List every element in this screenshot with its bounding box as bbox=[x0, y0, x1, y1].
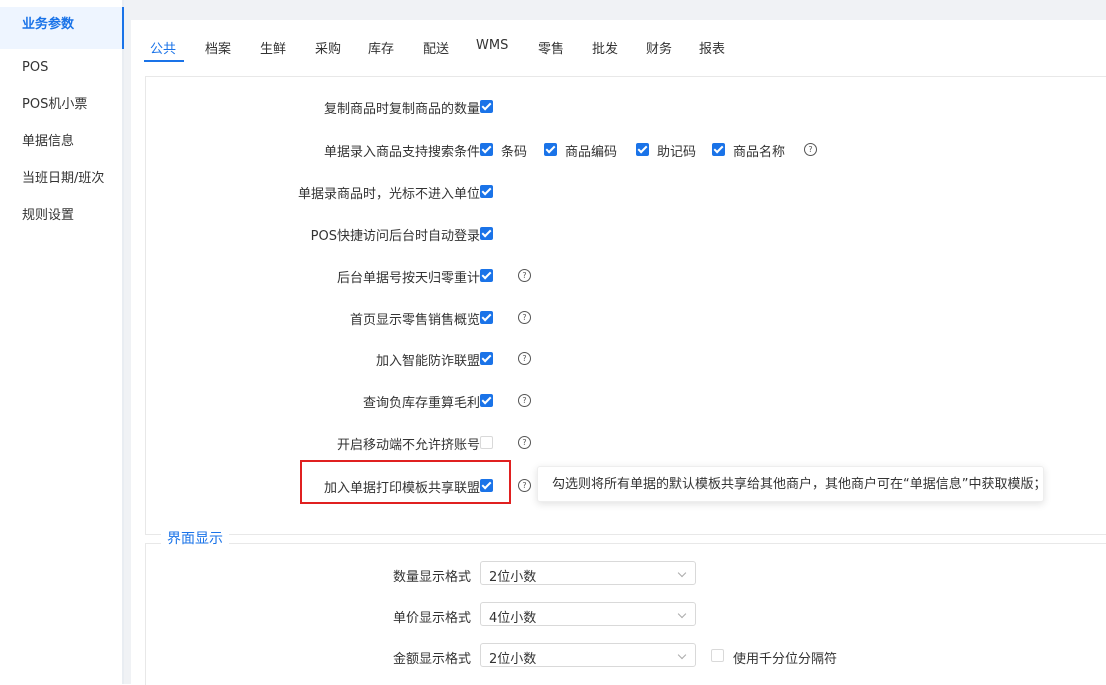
tab-wms[interactable]: WMS bbox=[476, 38, 508, 53]
qty-format-label: 数量显示格式 bbox=[392, 570, 471, 585]
highlight-box bbox=[300, 460, 511, 504]
product-code-checkbox[interactable] bbox=[544, 143, 557, 156]
sidebar-item-rules[interactable]: 规则设置 bbox=[0, 197, 122, 234]
cursor-unit-label: 单据录商品时，光标不进入单位 bbox=[297, 187, 480, 202]
cursor-unit-checkbox[interactable] bbox=[480, 185, 493, 198]
display-section-title: 界面显示 bbox=[161, 528, 229, 548]
thousand-sep-label: 使用千分位分隔符 bbox=[733, 652, 838, 667]
help-icon[interactable]: ? bbox=[518, 311, 531, 324]
mnemonic-option-label: 助记码 bbox=[657, 145, 697, 160]
copy-qty-label: 复制商品时复制商品的数量 bbox=[323, 102, 480, 117]
tab-retail[interactable]: 零售 bbox=[538, 38, 564, 57]
mnemonic-checkbox[interactable] bbox=[636, 143, 649, 156]
barcode-checkbox[interactable] bbox=[480, 143, 493, 156]
help-icon[interactable]: ? bbox=[518, 394, 531, 407]
tab-purchase[interactable]: 采购 bbox=[315, 38, 341, 57]
product-name-option-label: 商品名称 bbox=[733, 145, 786, 160]
help-icon[interactable]: ? bbox=[804, 143, 817, 156]
help-icon[interactable]: ? bbox=[518, 352, 531, 365]
anti-fraud-label: 加入智能防诈联盟 bbox=[375, 354, 480, 369]
chevron-down-icon bbox=[677, 609, 687, 619]
sidebar: 业务参数 POS POS机小票 单据信息 当班日期/班次 规则设置 bbox=[0, 0, 124, 684]
home-sales-label: 首页显示零售销售概览 bbox=[349, 313, 480, 328]
sidebar-item-pos[interactable]: POS bbox=[0, 49, 122, 86]
tab-finance[interactable]: 财务 bbox=[646, 38, 672, 57]
tab-inventory[interactable]: 库存 bbox=[368, 38, 394, 57]
tab-common[interactable]: 公共 bbox=[150, 38, 176, 57]
chevron-down-icon bbox=[677, 650, 687, 660]
neg-stock-label: 查询负库存重算毛利 bbox=[362, 396, 480, 411]
amount-format-label: 金额显示格式 bbox=[392, 652, 471, 667]
tab-archive[interactable]: 档案 bbox=[205, 38, 231, 57]
copy-qty-checkbox[interactable] bbox=[480, 100, 493, 113]
price-format-select[interactable]: 4位小数 bbox=[480, 602, 696, 626]
help-icon[interactable]: ? bbox=[518, 269, 531, 282]
home-sales-checkbox[interactable] bbox=[480, 311, 493, 324]
tab-bar: 公共 档案 生鲜 采购 库存 配送 WMS 零售 批发 财务 报表 bbox=[131, 20, 1106, 67]
mobile-multi-checkbox[interactable] bbox=[480, 436, 493, 449]
print-share-tooltip: 勾选则将所有单据的默认模板共享给其他商户，其他商户可在“单据信息”中获取模版； bbox=[537, 466, 1046, 502]
sidebar-item-business-params[interactable]: 业务参数 bbox=[0, 7, 124, 49]
daily-reset-label: 后台单据号按天归零重计 bbox=[336, 271, 480, 286]
barcode-option-label: 条码 bbox=[501, 145, 528, 160]
tab-reports[interactable]: 报表 bbox=[699, 38, 725, 57]
product-name-checkbox[interactable] bbox=[712, 143, 725, 156]
product-code-option-label: 商品编码 bbox=[565, 145, 618, 160]
mobile-multi-label: 开启移动端不允许挤账号 bbox=[336, 438, 480, 453]
sidebar-item-shift-date[interactable]: 当班日期/班次 bbox=[0, 160, 122, 197]
help-icon[interactable]: ? bbox=[518, 436, 531, 449]
neg-stock-checkbox[interactable] bbox=[480, 394, 493, 407]
tab-distribution[interactable]: 配送 bbox=[423, 38, 449, 57]
active-tab-indicator bbox=[144, 60, 184, 62]
sidebar-item-document-info[interactable]: 单据信息 bbox=[0, 123, 122, 160]
amount-format-value: 2位小数 bbox=[489, 652, 537, 667]
chevron-down-icon bbox=[677, 568, 687, 578]
qty-format-value: 2位小数 bbox=[489, 570, 537, 585]
settings-panel: 公共 档案 生鲜 采购 库存 配送 WMS 零售 批发 财务 报表 复制商品时复… bbox=[131, 20, 1106, 685]
tab-fresh[interactable]: 生鲜 bbox=[260, 38, 286, 57]
help-icon[interactable]: ? bbox=[518, 479, 531, 492]
anti-fraud-checkbox[interactable] bbox=[480, 352, 493, 365]
sidebar-item-pos-receipt[interactable]: POS机小票 bbox=[0, 86, 122, 123]
price-format-label: 单价显示格式 bbox=[392, 611, 471, 626]
daily-reset-checkbox[interactable] bbox=[480, 269, 493, 282]
thousand-sep-checkbox[interactable] bbox=[711, 649, 724, 662]
pos-autologin-label: POS快捷访问后台时自动登录 bbox=[310, 229, 480, 244]
pos-autologin-checkbox[interactable] bbox=[480, 227, 493, 240]
search-cond-label: 单据录入商品支持搜索条件 bbox=[323, 145, 480, 160]
tab-wholesale[interactable]: 批发 bbox=[592, 38, 618, 57]
amount-format-select[interactable]: 2位小数 bbox=[480, 643, 696, 667]
price-format-value: 4位小数 bbox=[489, 611, 537, 626]
qty-format-select[interactable]: 2位小数 bbox=[480, 561, 696, 585]
